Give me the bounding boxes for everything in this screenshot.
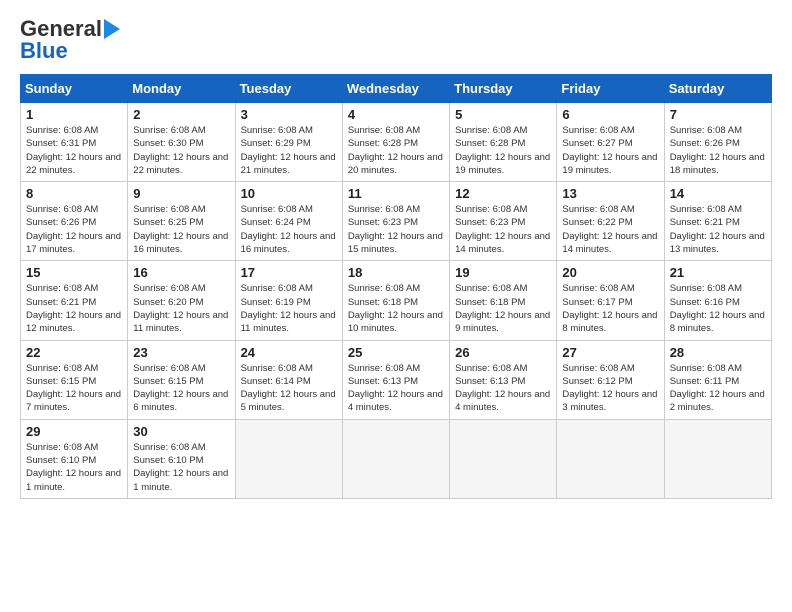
calendar-day-cell: 4Sunrise: 6:08 AMSunset: 6:28 PMDaylight… xyxy=(342,103,449,182)
calendar-day-cell: 20Sunrise: 6:08 AMSunset: 6:17 PMDayligh… xyxy=(557,261,664,340)
calendar-day-cell: 3Sunrise: 6:08 AMSunset: 6:29 PMDaylight… xyxy=(235,103,342,182)
calendar-day-cell: 28Sunrise: 6:08 AMSunset: 6:11 PMDayligh… xyxy=(664,340,771,419)
logo-arrow-icon xyxy=(104,19,120,39)
calendar-week-row: 15Sunrise: 6:08 AMSunset: 6:21 PMDayligh… xyxy=(21,261,772,340)
logo-text-blue: Blue xyxy=(20,38,68,64)
calendar-day-cell: 19Sunrise: 6:08 AMSunset: 6:18 PMDayligh… xyxy=(450,261,557,340)
calendar-day-cell: 13Sunrise: 6:08 AMSunset: 6:22 PMDayligh… xyxy=(557,182,664,261)
calendar-day-cell: 1Sunrise: 6:08 AMSunset: 6:31 PMDaylight… xyxy=(21,103,128,182)
calendar-day-cell: 5Sunrise: 6:08 AMSunset: 6:28 PMDaylight… xyxy=(450,103,557,182)
logo: General Blue xyxy=(20,16,120,64)
weekday-header: Thursday xyxy=(450,75,557,103)
calendar-day-cell: 9Sunrise: 6:08 AMSunset: 6:25 PMDaylight… xyxy=(128,182,235,261)
calendar-day-cell: 10Sunrise: 6:08 AMSunset: 6:24 PMDayligh… xyxy=(235,182,342,261)
calendar-day-cell: 24Sunrise: 6:08 AMSunset: 6:14 PMDayligh… xyxy=(235,340,342,419)
calendar-day-cell xyxy=(342,419,449,498)
calendar-day-cell: 29Sunrise: 6:08 AMSunset: 6:10 PMDayligh… xyxy=(21,419,128,498)
weekday-header: Wednesday xyxy=(342,75,449,103)
calendar-week-row: 8Sunrise: 6:08 AMSunset: 6:26 PMDaylight… xyxy=(21,182,772,261)
calendar-day-cell: 15Sunrise: 6:08 AMSunset: 6:21 PMDayligh… xyxy=(21,261,128,340)
calendar-day-cell: 21Sunrise: 6:08 AMSunset: 6:16 PMDayligh… xyxy=(664,261,771,340)
calendar-day-cell: 6Sunrise: 6:08 AMSunset: 6:27 PMDaylight… xyxy=(557,103,664,182)
weekday-header: Saturday xyxy=(664,75,771,103)
calendar-table: SundayMondayTuesdayWednesdayThursdayFrid… xyxy=(20,74,772,499)
weekday-header: Monday xyxy=(128,75,235,103)
calendar-day-cell: 18Sunrise: 6:08 AMSunset: 6:18 PMDayligh… xyxy=(342,261,449,340)
calendar-day-cell xyxy=(557,419,664,498)
calendar-day-cell: 2Sunrise: 6:08 AMSunset: 6:30 PMDaylight… xyxy=(128,103,235,182)
calendar-day-cell: 8Sunrise: 6:08 AMSunset: 6:26 PMDaylight… xyxy=(21,182,128,261)
calendar-day-cell: 30Sunrise: 6:08 AMSunset: 6:10 PMDayligh… xyxy=(128,419,235,498)
calendar-day-cell: 12Sunrise: 6:08 AMSunset: 6:23 PMDayligh… xyxy=(450,182,557,261)
weekday-header-row: SundayMondayTuesdayWednesdayThursdayFrid… xyxy=(21,75,772,103)
calendar-day-cell: 16Sunrise: 6:08 AMSunset: 6:20 PMDayligh… xyxy=(128,261,235,340)
calendar-week-row: 1Sunrise: 6:08 AMSunset: 6:31 PMDaylight… xyxy=(21,103,772,182)
calendar-day-cell: 27Sunrise: 6:08 AMSunset: 6:12 PMDayligh… xyxy=(557,340,664,419)
page-header: General Blue xyxy=(20,16,772,64)
calendar-day-cell: 14Sunrise: 6:08 AMSunset: 6:21 PMDayligh… xyxy=(664,182,771,261)
calendar-day-cell: 25Sunrise: 6:08 AMSunset: 6:13 PMDayligh… xyxy=(342,340,449,419)
calendar-day-cell xyxy=(450,419,557,498)
weekday-header: Sunday xyxy=(21,75,128,103)
calendar-day-cell: 7Sunrise: 6:08 AMSunset: 6:26 PMDaylight… xyxy=(664,103,771,182)
calendar-day-cell xyxy=(235,419,342,498)
calendar-week-row: 22Sunrise: 6:08 AMSunset: 6:15 PMDayligh… xyxy=(21,340,772,419)
calendar-day-cell: 23Sunrise: 6:08 AMSunset: 6:15 PMDayligh… xyxy=(128,340,235,419)
calendar-day-cell: 17Sunrise: 6:08 AMSunset: 6:19 PMDayligh… xyxy=(235,261,342,340)
weekday-header: Friday xyxy=(557,75,664,103)
weekday-header: Tuesday xyxy=(235,75,342,103)
calendar-day-cell: 11Sunrise: 6:08 AMSunset: 6:23 PMDayligh… xyxy=(342,182,449,261)
calendar-week-row: 29Sunrise: 6:08 AMSunset: 6:10 PMDayligh… xyxy=(21,419,772,498)
calendar-day-cell xyxy=(664,419,771,498)
calendar-day-cell: 22Sunrise: 6:08 AMSunset: 6:15 PMDayligh… xyxy=(21,340,128,419)
calendar-day-cell: 26Sunrise: 6:08 AMSunset: 6:13 PMDayligh… xyxy=(450,340,557,419)
